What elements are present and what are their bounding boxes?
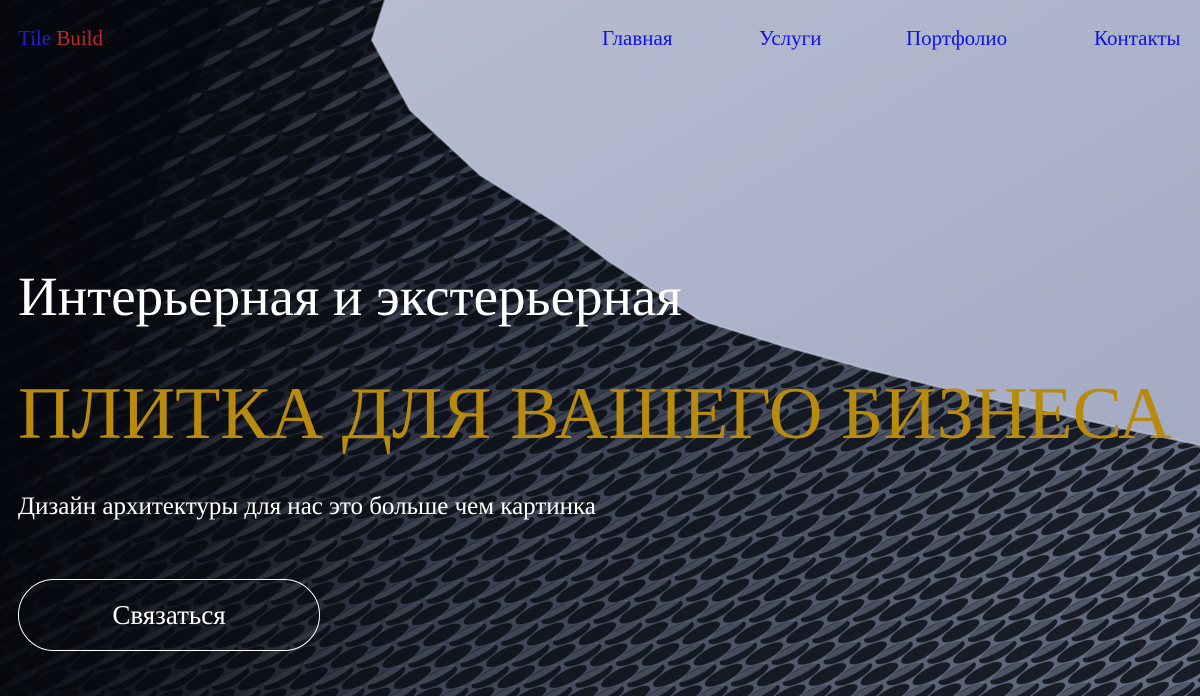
nav-link-services[interactable]: Услуги xyxy=(759,25,822,51)
nav-link-portfolio[interactable]: Портфолио xyxy=(906,25,1007,51)
hero-accent-title: ПЛИТКА ДЛЯ ВАШЕГО БИЗНЕСА xyxy=(18,373,1172,455)
contact-button[interactable]: Связаться xyxy=(18,579,320,651)
main-nav: Главная Услуги Портфолио Контакты xyxy=(0,25,1200,51)
hero-section: Tile Build Главная Услуги Портфолио Конт… xyxy=(0,0,1200,696)
hero-title: Интерьерная и экстерьерная xyxy=(18,266,682,327)
hero-subtitle: Дизайн архитектуры для нас это больше че… xyxy=(18,493,596,520)
nav-link-home[interactable]: Главная xyxy=(602,25,673,51)
nav-link-contacts[interactable]: Контакты xyxy=(1094,25,1181,51)
